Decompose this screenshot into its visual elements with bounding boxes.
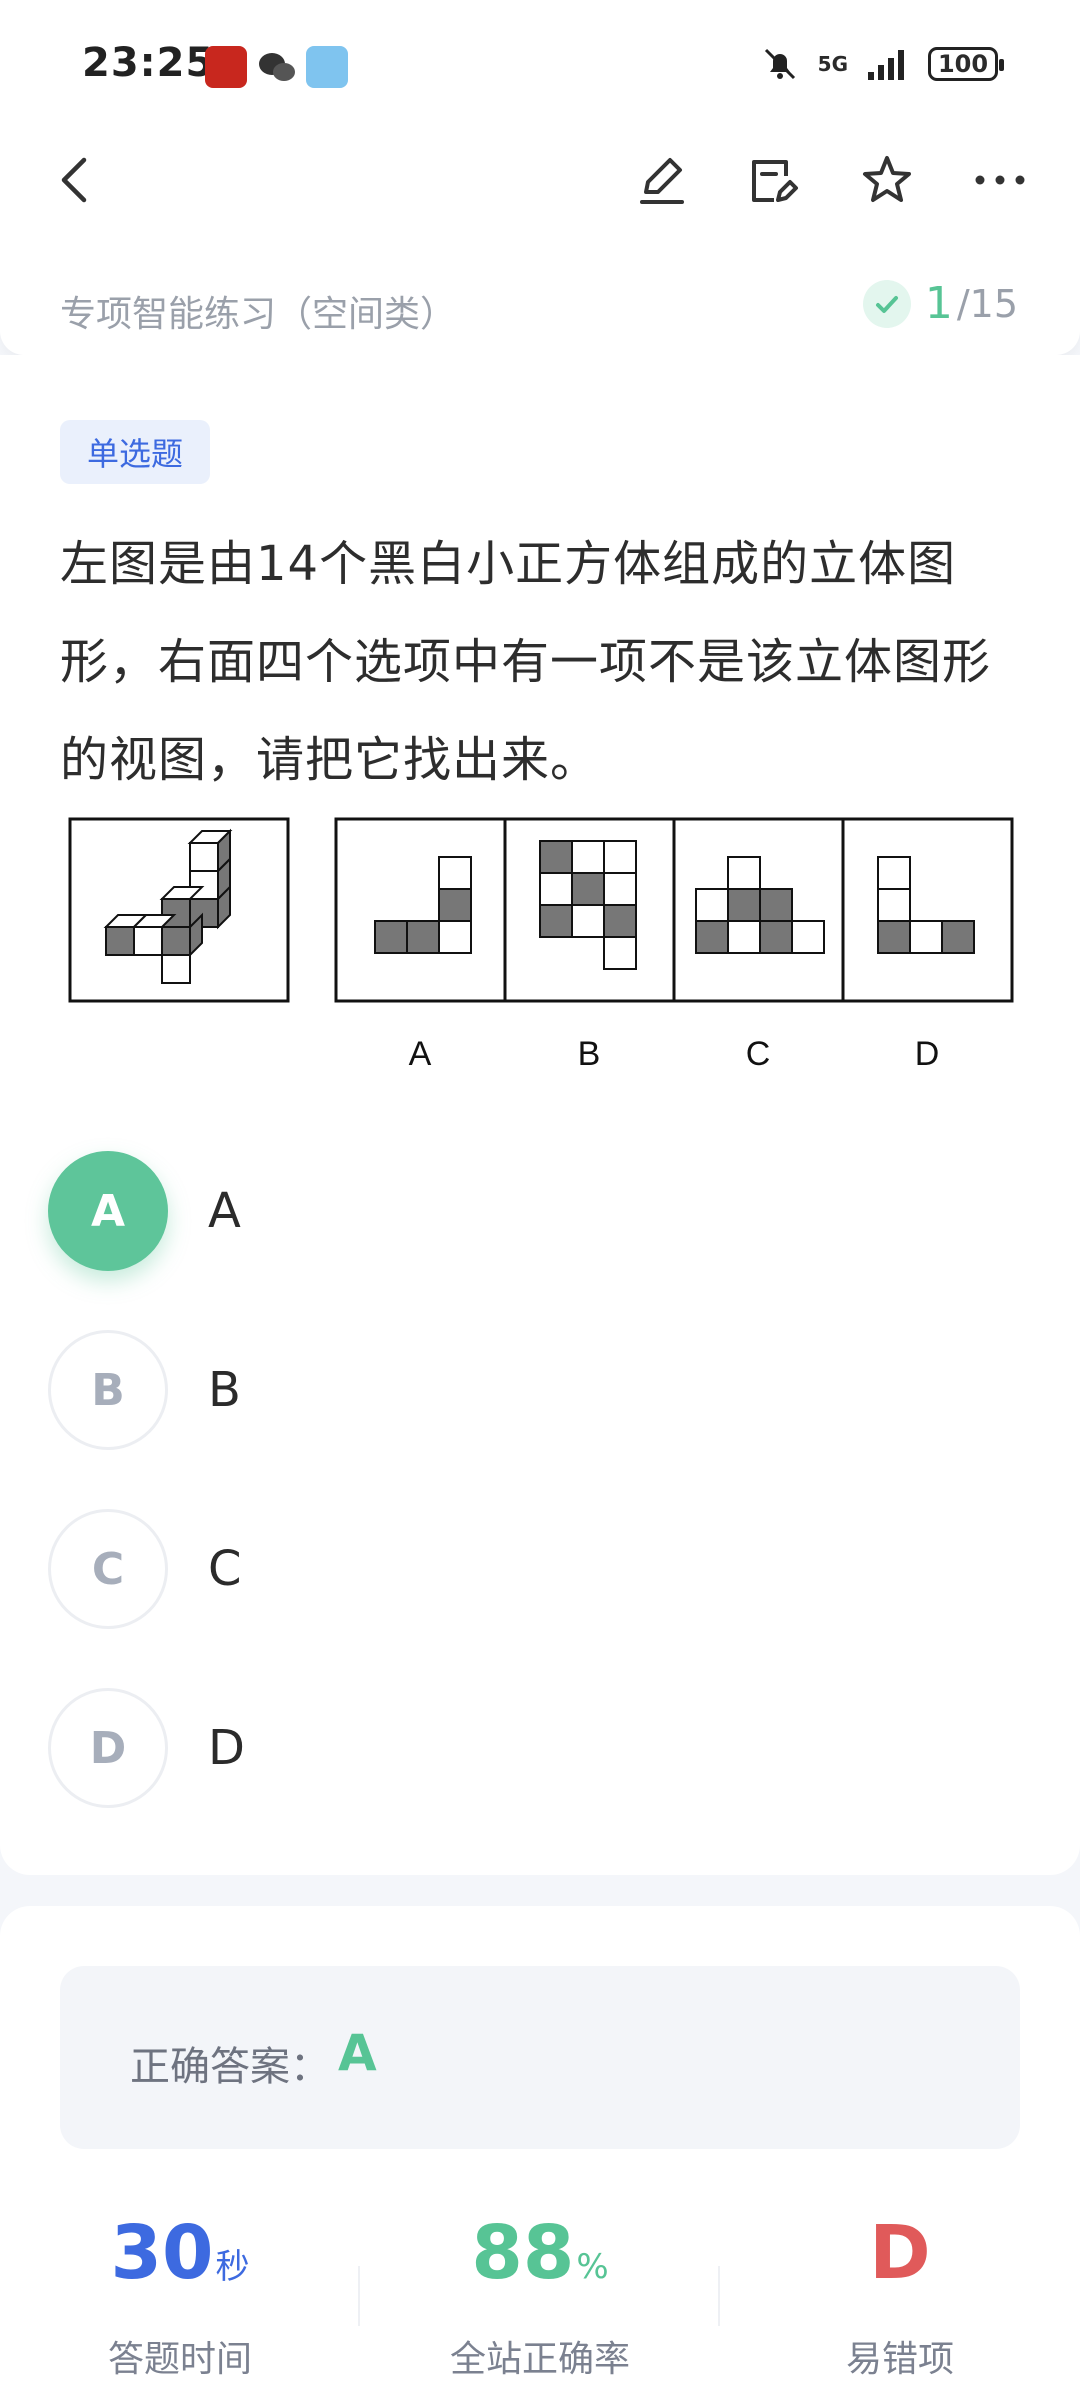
signal-icon: [868, 50, 904, 80]
wechat-icon: [256, 46, 298, 88]
status-time: 23:25: [82, 40, 215, 86]
stat-time-label: 答题时间: [107, 2339, 252, 2380]
stat-rate-unit: %: [576, 2247, 609, 2287]
pencil-icon[interactable]: [632, 150, 692, 210]
option-a[interactable]: A A: [48, 1151, 948, 1271]
answer-card: 正确答案： A 30秒 答题时间 88% 全站正确率 D 易错项: [0, 1906, 1080, 2392]
figure-label: A: [409, 1035, 432, 1073]
stat-error-prone: D 易错项: [720, 2216, 1080, 2382]
stat-time-value: 30: [110, 2210, 214, 2296]
question-text: 左图是由14个黑白小正方体组成的立体图形，右面四个选项中有一项不是该立体图形的视…: [60, 536, 992, 788]
stat-rate-label: 全站正确率: [449, 2339, 630, 2380]
top-toolbar: [0, 130, 1080, 260]
section-title: 专项智能练习（空间类）: [60, 294, 457, 335]
counter-current: 1: [924, 278, 953, 329]
counter-total: /15: [956, 281, 1018, 326]
reader-app-icon: [306, 46, 348, 88]
question-type-tag: 单选题: [60, 420, 210, 484]
correct-answer-label: 正确答案：: [130, 2044, 330, 2090]
study-app-icon: [205, 46, 247, 88]
option-b-text: B: [208, 1362, 241, 1418]
question-card: 单选题 左图是由14个黑白小正方体组成的立体图形，右面四个选项中有一项不是该立体…: [0, 355, 1080, 1875]
option-a-text: A: [208, 1183, 241, 1239]
status-bar: 23:25 5G 100: [0, 0, 1080, 130]
chevron-left-icon[interactable]: [46, 150, 106, 210]
stat-rate-value: 88: [471, 2210, 575, 2296]
option-c-circle[interactable]: C: [48, 1509, 168, 1629]
battery-indicator: 100: [928, 47, 1004, 81]
correct-answer-value: A: [338, 2024, 377, 2082]
stat-time-unit: 秒: [215, 2247, 250, 2287]
option-a-circle[interactable]: A: [48, 1151, 168, 1271]
figure-label: B: [578, 1035, 601, 1073]
network-type: 5G: [817, 52, 848, 76]
mute-bell-icon: [764, 48, 795, 80]
check-icon: [862, 279, 911, 328]
note-edit-icon[interactable]: [744, 150, 804, 210]
figure-label: D: [915, 1035, 940, 1073]
question-figure: A B C D: [68, 817, 1014, 1073]
option-c[interactable]: C C: [48, 1509, 948, 1629]
correct-answer-box: 正确答案： A: [60, 1966, 1020, 2149]
stat-error-value: D: [869, 2210, 931, 2296]
option-b-circle[interactable]: B: [48, 1330, 168, 1450]
question-counter[interactable]: 1 /15: [862, 278, 1018, 329]
option-d-circle[interactable]: D: [48, 1688, 168, 1808]
stat-answer-time: 30秒 答题时间: [0, 2216, 360, 2382]
more-dots-icon[interactable]: [970, 150, 1030, 210]
option-c-text: C: [208, 1541, 242, 1597]
stat-correct-rate: 88% 全站正确率: [360, 2216, 720, 2382]
star-icon[interactable]: [857, 150, 917, 210]
stat-error-label: 易错项: [845, 2339, 954, 2380]
progress-header: 专项智能练习（空间类） 1 /15: [0, 260, 1080, 355]
option-d[interactable]: D D: [48, 1688, 948, 1808]
option-b[interactable]: B B: [48, 1330, 948, 1450]
option-d-text: D: [208, 1720, 245, 1776]
figure-label: C: [746, 1035, 771, 1073]
